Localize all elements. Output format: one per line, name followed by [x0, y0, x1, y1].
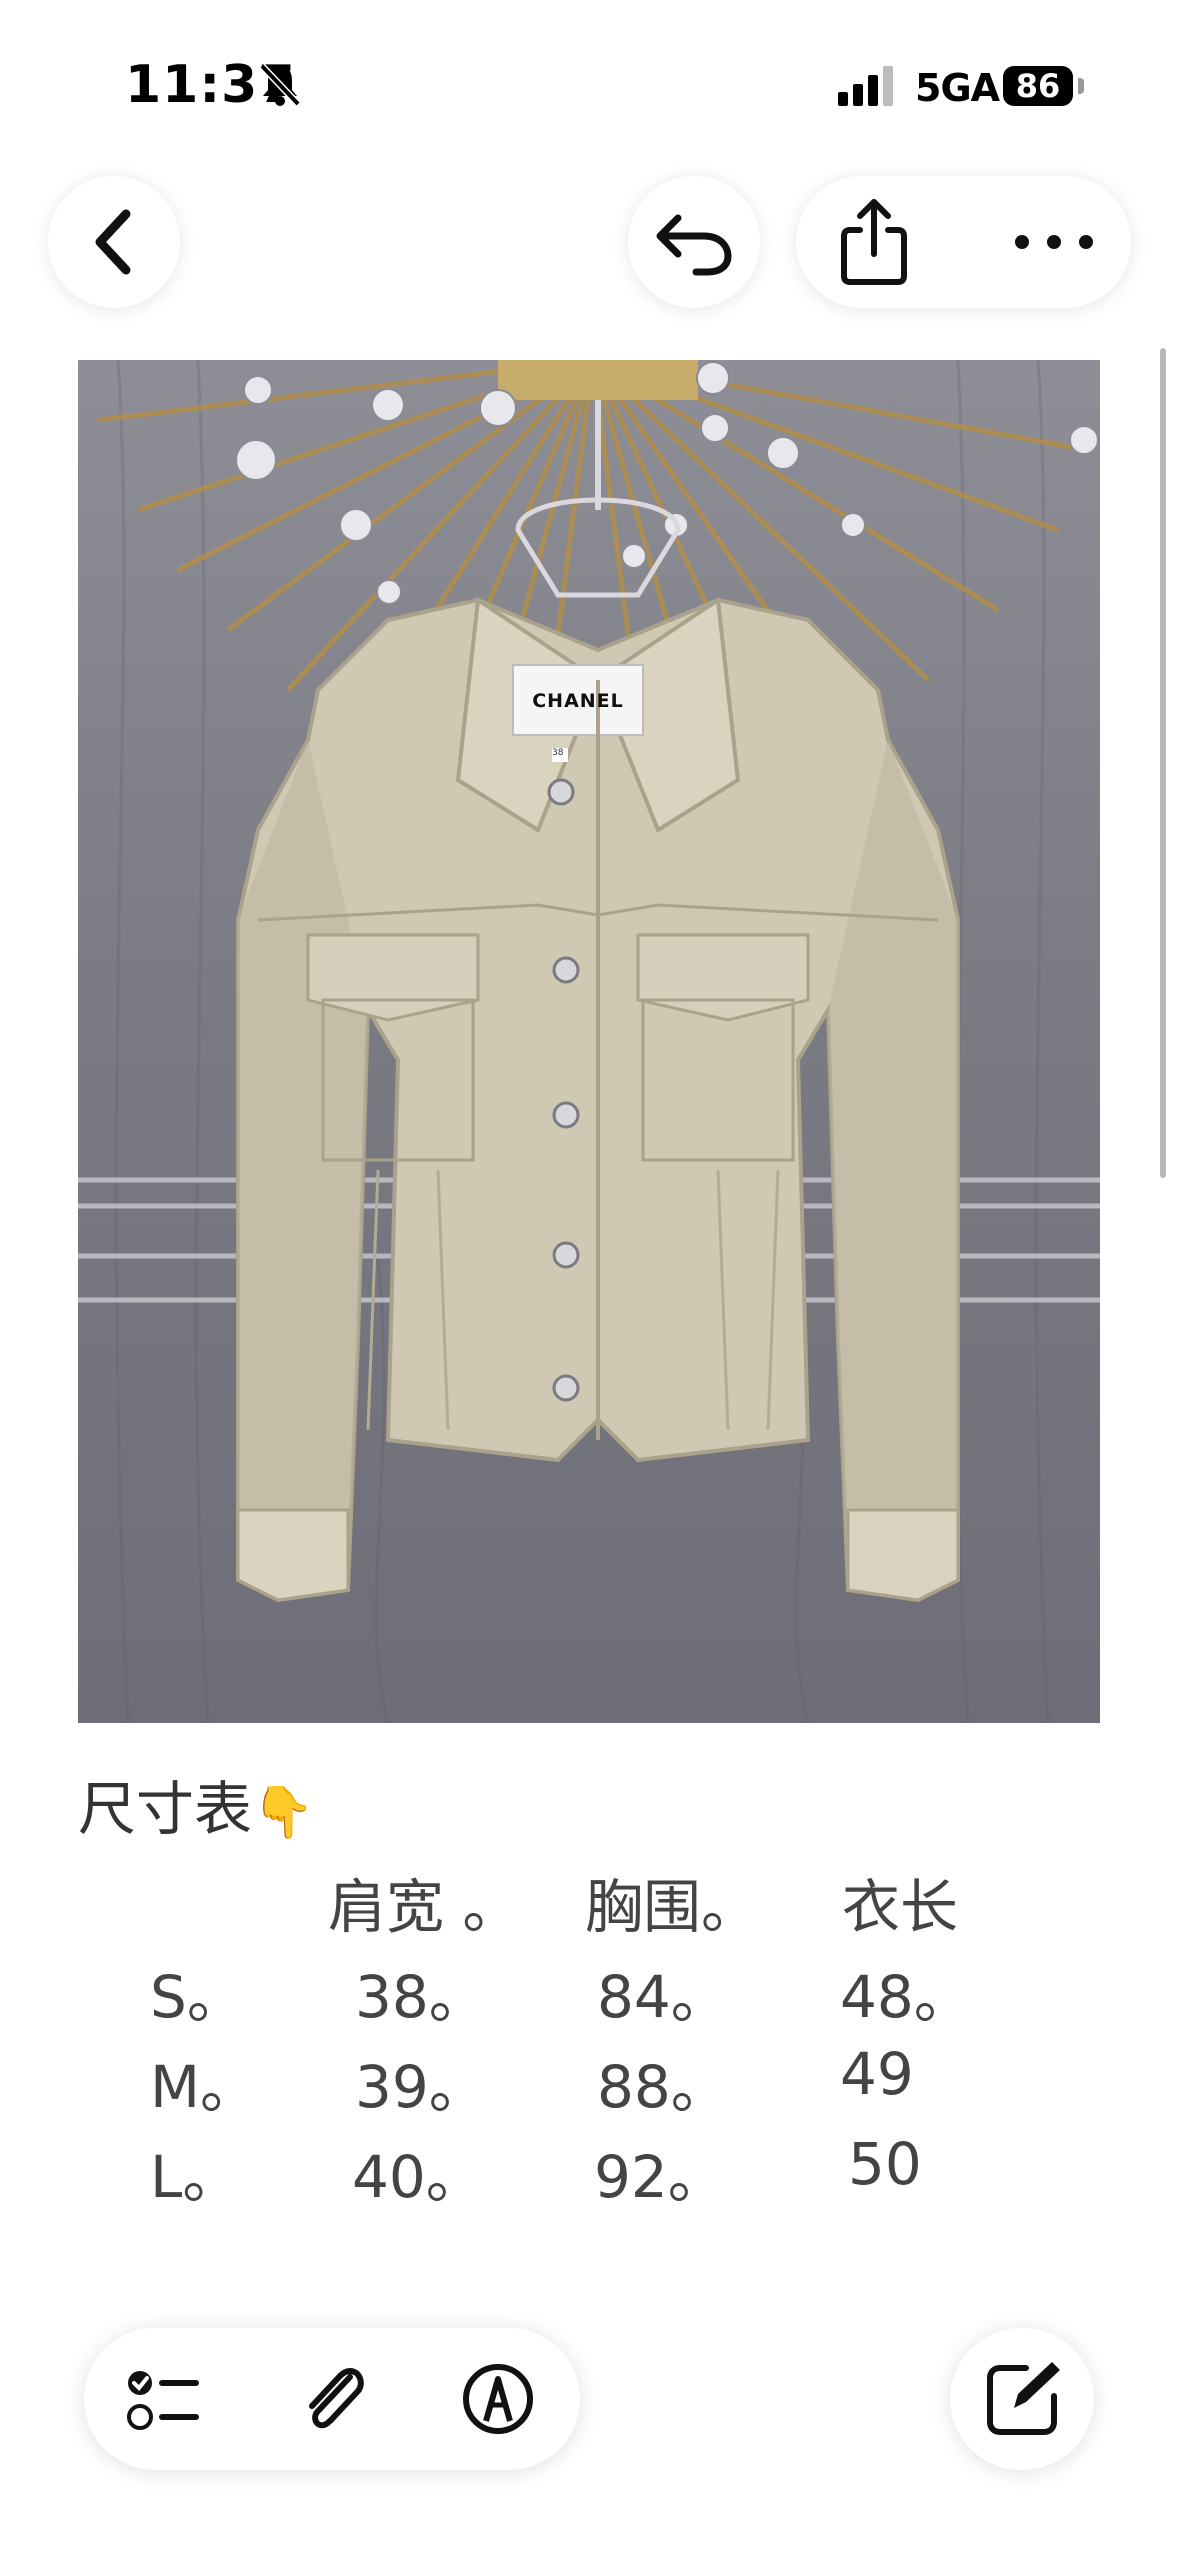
header-chest: 胸围。	[585, 1873, 760, 1941]
row-size-m: M。	[150, 2053, 259, 2121]
status-bar: 11:37 5GA 86	[0, 0, 1179, 150]
note-title: 尺寸表👇	[78, 1762, 314, 1846]
markup-button[interactable]	[458, 2359, 538, 2439]
battery-tip	[1078, 78, 1084, 94]
share-icon	[841, 199, 907, 285]
scrollbar[interactable]	[1160, 348, 1166, 1178]
jacket-label-size: 38	[552, 748, 568, 762]
row-s-length: 48。	[840, 1963, 972, 2031]
compose-icon	[987, 2362, 1060, 2435]
row-m-chest: 88。	[597, 2053, 729, 2121]
compose-button[interactable]	[950, 2328, 1094, 2470]
bell-muted-icon	[259, 63, 301, 107]
header-shoulder: 肩宽 。	[328, 1873, 521, 1941]
more-button[interactable]	[1004, 206, 1104, 278]
attachment-button[interactable]	[294, 2359, 374, 2439]
row-l-chest: 92。	[594, 2143, 726, 2211]
chevron-left-icon	[95, 209, 131, 275]
row-s-shoulder: 38。	[355, 1963, 487, 2031]
back-button[interactable]	[48, 176, 180, 308]
jacket-photo[interactable]: CHANEL 38	[78, 360, 1100, 1723]
signal-icon	[838, 66, 893, 106]
undo-icon	[656, 214, 732, 276]
row-l-shoulder: 40。	[352, 2143, 484, 2211]
checklist-button[interactable]	[124, 2359, 204, 2439]
row-s-chest: 84。	[597, 1963, 729, 2031]
header-length: 衣长	[842, 1873, 959, 1941]
share-button[interactable]	[824, 192, 924, 292]
checklist-icon	[127, 2371, 199, 2430]
row-m-length: 49	[840, 2040, 914, 2108]
row-size-s: S。	[150, 1963, 245, 2031]
row-l-length: 50	[848, 2130, 922, 2198]
photo-illustration	[78, 360, 1100, 1723]
note-title-text: 尺寸表	[78, 1775, 253, 1843]
ellipsis-icon	[1015, 235, 1093, 249]
paperclip-icon	[309, 2367, 364, 2429]
share-more-group	[796, 176, 1131, 308]
pen-markup-icon	[463, 2364, 533, 2434]
row-m-shoulder: 39。	[355, 2053, 487, 2121]
row-size-l: L。	[150, 2143, 241, 2211]
bottom-toolbar	[84, 2328, 580, 2470]
jacket-label-brand: CHANEL	[532, 690, 624, 712]
battery-level: 86	[1003, 66, 1073, 106]
undo-button[interactable]	[628, 176, 760, 308]
pointing-down-emoji: 👇	[252, 1783, 315, 1841]
network-label: 5GA	[915, 66, 1000, 110]
